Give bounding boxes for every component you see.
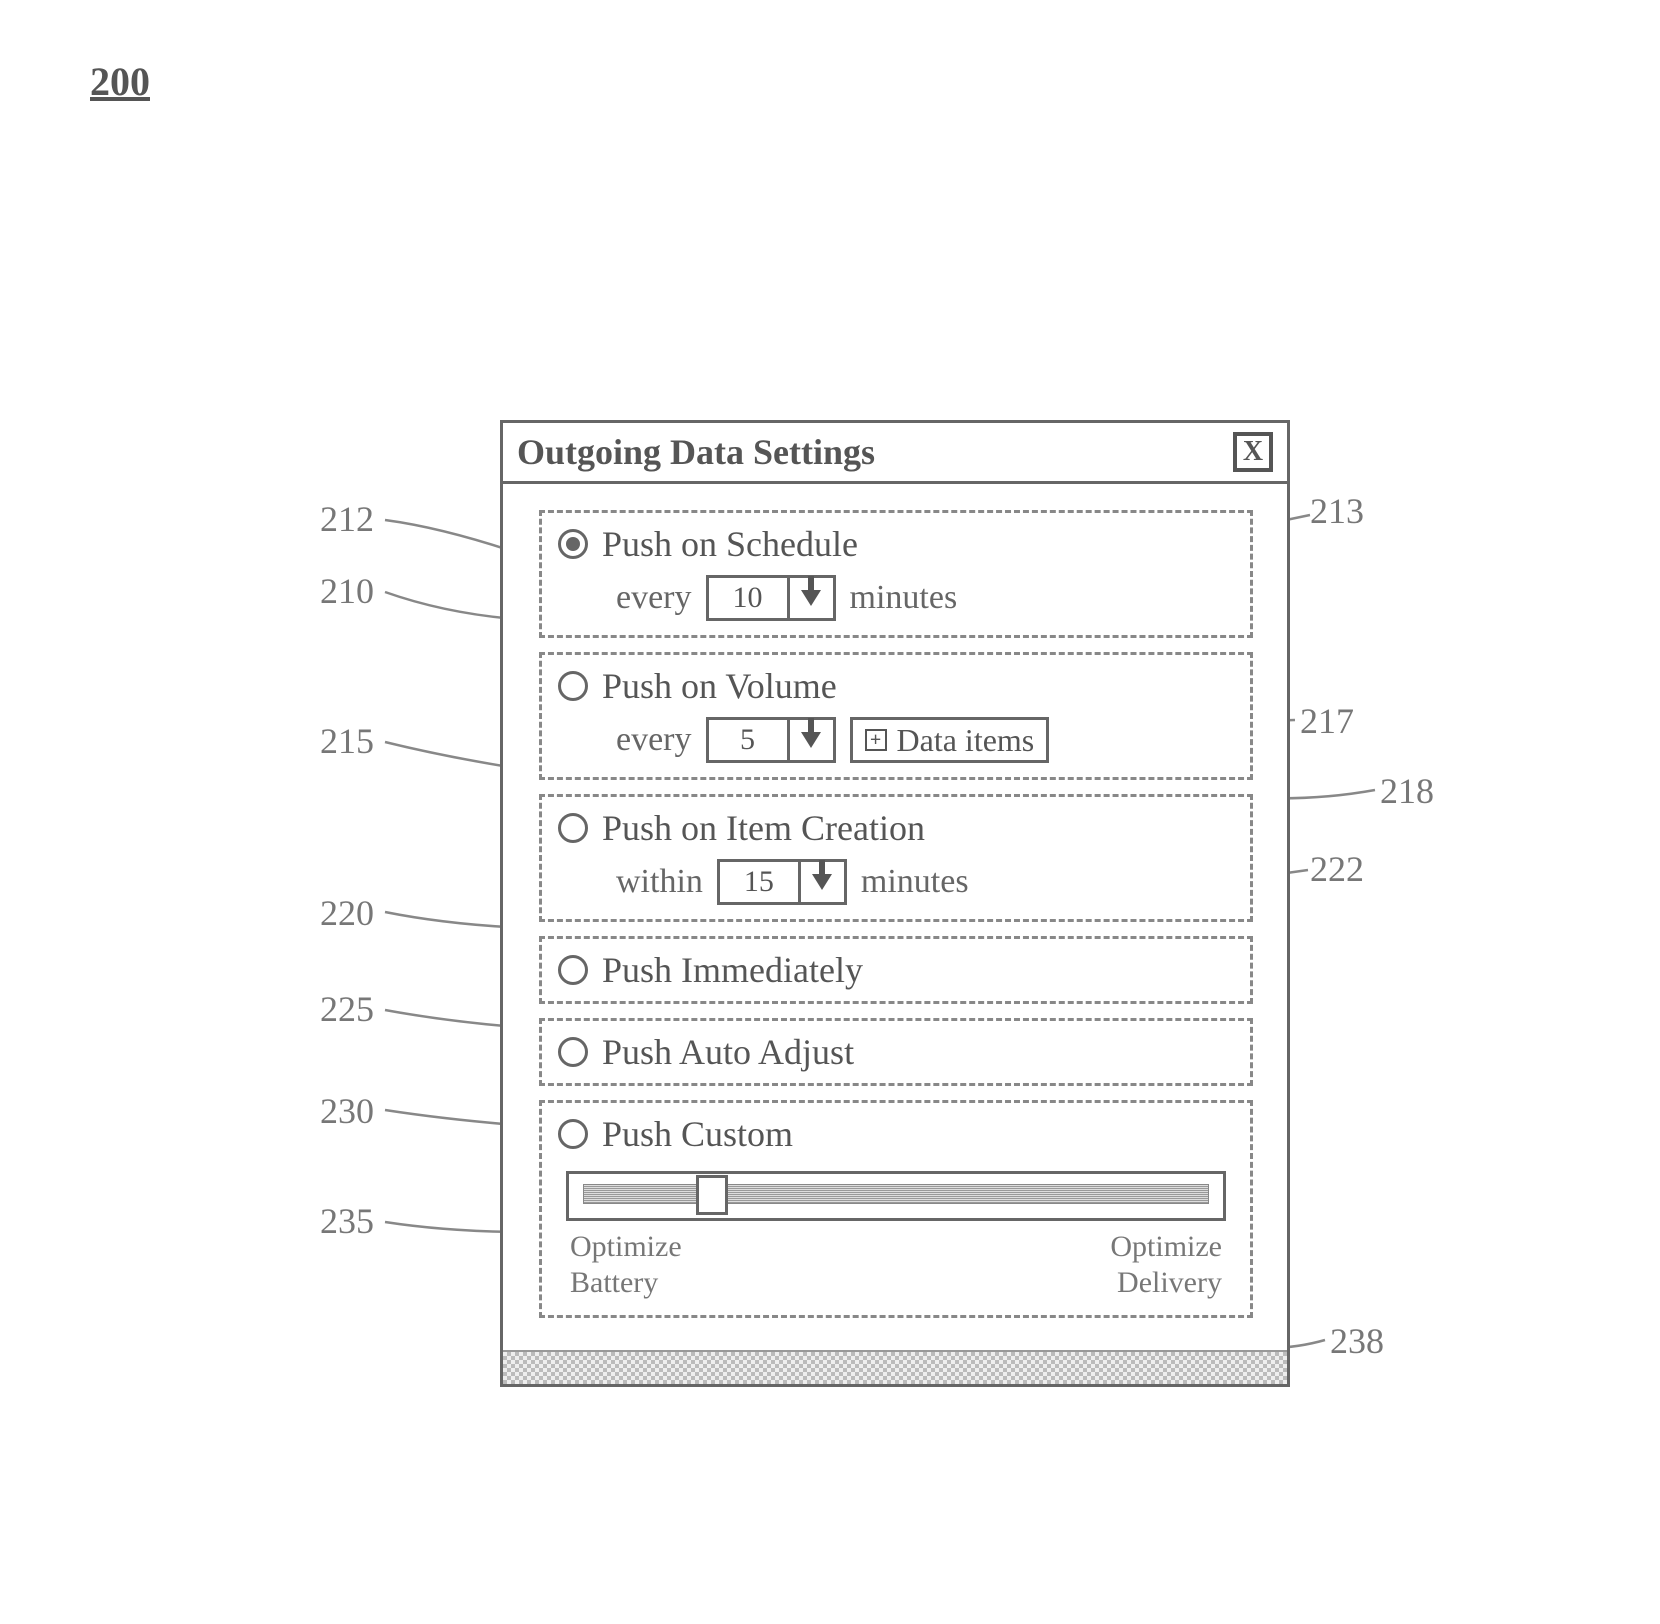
schedule-spinner-down-button[interactable] <box>787 578 833 618</box>
volume-spinner-down-button[interactable] <box>787 720 833 760</box>
creation-prefix: within <box>616 863 703 901</box>
slider-right-label-2: Delivery <box>1110 1265 1222 1301</box>
dialog-title: Outgoing Data Settings <box>517 431 875 473</box>
callout-225: 225 <box>320 988 374 1030</box>
settings-dialog: Outgoing Data Settings X Push on Schedul… <box>500 420 1290 1387</box>
callout-212: 212 <box>320 498 374 540</box>
callout-238: 238 <box>1330 1320 1384 1362</box>
slider-left-label-1: Optimize <box>570 1229 682 1265</box>
creation-interval-spinner[interactable] <box>717 859 847 905</box>
expand-icon: + <box>865 729 887 751</box>
creation-interval-input[interactable] <box>720 862 798 902</box>
dialog-footer-hatch <box>503 1350 1287 1384</box>
label-push-on-schedule: Push on Schedule <box>602 523 858 565</box>
titlebar: Outgoing Data Settings X <box>503 423 1287 484</box>
creation-spinner-down-button[interactable] <box>798 862 844 902</box>
data-items-dropdown[interactable]: + Data items <box>850 717 1050 763</box>
creation-suffix: minutes <box>861 863 969 901</box>
radio-push-auto-adjust[interactable] <box>558 1037 588 1067</box>
label-push-on-volume: Push on Volume <box>602 665 837 707</box>
schedule-prefix: every <box>616 579 692 617</box>
volume-count-input[interactable] <box>709 720 787 760</box>
label-push-auto-adjust: Push Auto Adjust <box>602 1031 854 1073</box>
arrow-down-icon <box>812 874 832 890</box>
label-push-custom: Push Custom <box>602 1113 793 1155</box>
dialog-body: Push on Schedule every minutes Push on V… <box>503 484 1287 1346</box>
option-push-auto-adjust: Push Auto Adjust <box>539 1018 1253 1086</box>
close-button[interactable]: X <box>1233 432 1273 472</box>
schedule-interval-spinner[interactable] <box>706 575 836 621</box>
slider-left-label-2: Battery <box>570 1265 682 1301</box>
schedule-interval-input[interactable] <box>709 578 787 618</box>
figure-number: 200 <box>90 58 150 105</box>
slider-track <box>583 1184 1209 1204</box>
callout-218: 218 <box>1380 770 1434 812</box>
volume-count-spinner[interactable] <box>706 717 836 763</box>
callout-213: 213 <box>1310 490 1364 532</box>
callout-235: 235 <box>320 1200 374 1242</box>
radio-push-immediately[interactable] <box>558 955 588 985</box>
option-push-on-item-creation: Push on Item Creation within minutes <box>539 794 1253 922</box>
label-push-on-item-creation: Push on Item Creation <box>602 807 925 849</box>
radio-push-on-schedule[interactable] <box>558 529 588 559</box>
option-push-on-volume: Push on Volume every + Data items <box>539 652 1253 780</box>
arrow-down-icon <box>801 590 821 606</box>
option-push-custom: Push Custom Optimize Battery Optimize De… <box>539 1100 1253 1318</box>
callout-222: 222 <box>1310 848 1364 890</box>
data-items-label: Data items <box>897 722 1035 759</box>
close-icon: X <box>1243 436 1263 468</box>
callout-217: 217 <box>1300 700 1354 742</box>
slider-thumb[interactable] <box>696 1175 728 1215</box>
option-push-on-schedule: Push on Schedule every minutes <box>539 510 1253 638</box>
callout-215: 215 <box>320 720 374 762</box>
callout-210: 210 <box>320 570 374 612</box>
volume-prefix: every <box>616 721 692 759</box>
slider-right-label-1: Optimize <box>1110 1229 1222 1265</box>
radio-push-custom[interactable] <box>558 1119 588 1149</box>
callout-230: 230 <box>320 1090 374 1132</box>
arrow-down-icon <box>801 732 821 748</box>
callout-220: 220 <box>320 892 374 934</box>
label-push-immediately: Push Immediately <box>602 949 863 991</box>
slider-labels: Optimize Battery Optimize Delivery <box>566 1229 1226 1301</box>
radio-push-on-item-creation[interactable] <box>558 813 588 843</box>
custom-slider[interactable] <box>566 1171 1226 1221</box>
option-push-immediately: Push Immediately <box>539 936 1253 1004</box>
schedule-suffix: minutes <box>850 579 958 617</box>
radio-push-on-volume[interactable] <box>558 671 588 701</box>
